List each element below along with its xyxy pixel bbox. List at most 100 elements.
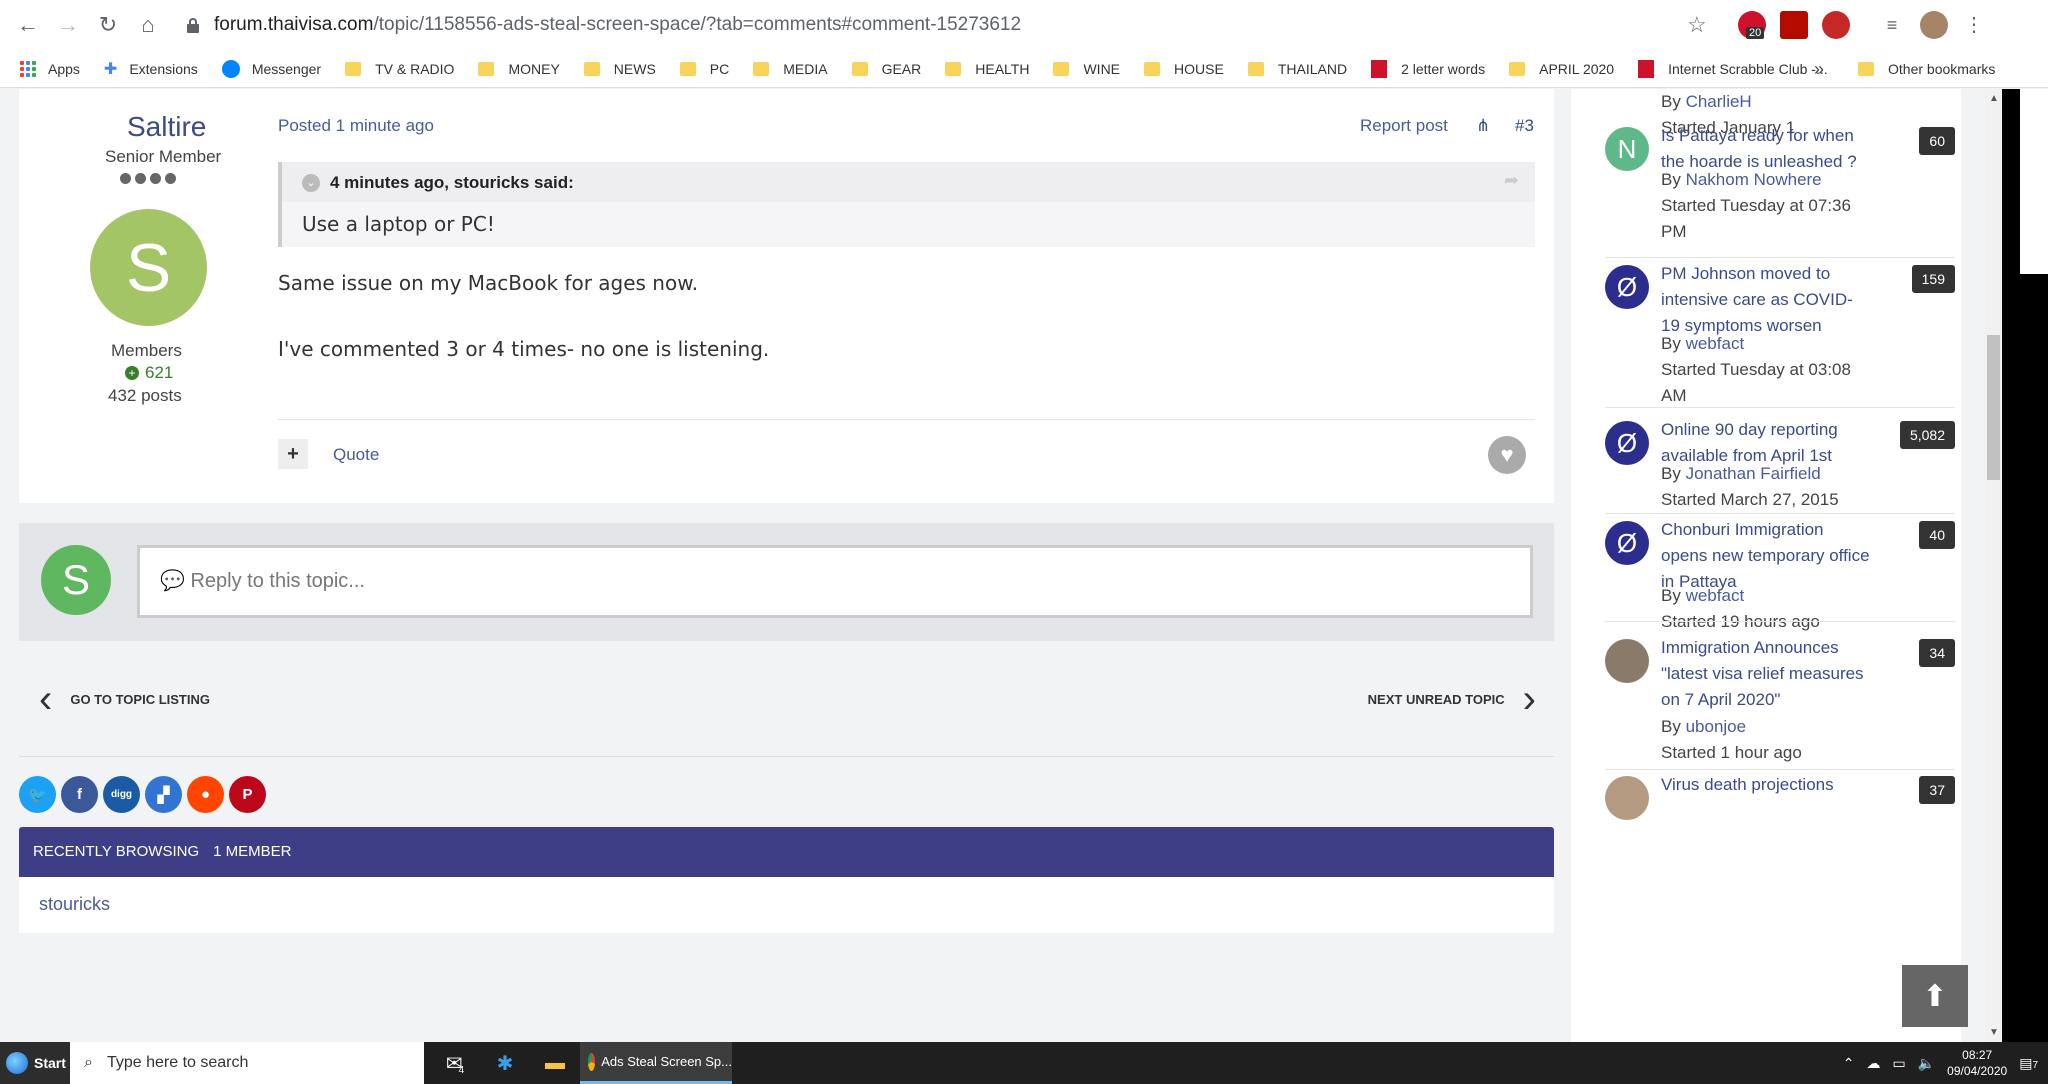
folder-icon <box>583 61 600 76</box>
folder-icon <box>1247 61 1264 76</box>
delicious-icon[interactable]: ▞ <box>145 776 182 813</box>
folder-icon <box>478 61 495 76</box>
topic-title-link[interactable]: PM Johnson moved to intensive care as CO… <box>1661 261 1871 339</box>
reddit-icon[interactable]: ● <box>187 776 224 813</box>
scroll-up-icon[interactable]: ▲ <box>1989 93 1999 104</box>
address-bar[interactable]: forum.thaivisa.com/topic/1158556-ads-ste… <box>186 7 1716 43</box>
chevron-down-icon[interactable]: ⌄ <box>302 174 320 192</box>
topic-avatar[interactable]: Ø <box>1605 421 1649 465</box>
bookmark-item[interactable]: THAILAND <box>1247 61 1347 77</box>
show-hidden-icons[interactable]: ⌃ <box>1843 1055 1855 1072</box>
bookmark-item[interactable]: ✚ Extensions <box>104 59 198 79</box>
author-link[interactable]: Jonathan Fairfield <box>1686 464 1821 483</box>
bookmark-item[interactable]: Apps <box>20 60 80 77</box>
topic-meta: By webfact Started Tuesday at 03:08 AM <box>1661 334 1851 405</box>
mail-icon[interactable]: ✉ 4 <box>430 1042 480 1084</box>
digg-icon[interactable]: digg <box>103 776 140 813</box>
scroll-down-icon[interactable]: ▼ <box>1989 1027 1999 1038</box>
quote-button[interactable]: Quote <box>333 445 379 465</box>
profile-avatar[interactable] <box>1920 11 1948 39</box>
bookmark-item[interactable]: MONEY <box>478 61 560 77</box>
post-body: Same issue on my MacBook for ages now. I… <box>278 267 769 399</box>
folder-icon <box>1144 61 1161 76</box>
scrollbar-thumb[interactable] <box>1987 335 2000 480</box>
multiquote-button[interactable]: + <box>278 439 308 469</box>
author-link[interactable]: ubonjoe <box>1686 717 1747 736</box>
facebook-icon[interactable]: f <box>61 776 98 813</box>
author-link[interactable]: Nakhom Nowhere <box>1686 170 1822 189</box>
more-bookmarks-icon[interactable]: » <box>1814 59 1824 80</box>
volume-icon[interactable]: 🔈 <box>1918 1055 1935 1072</box>
user-avatar: S <box>41 545 111 615</box>
scroll-to-top-button[interactable]: ⬆ <box>1902 965 1968 1027</box>
topic-avatar[interactable] <box>1605 776 1649 820</box>
bookmark-item[interactable]: WINE <box>1053 61 1120 77</box>
share-icon[interactable]: ⋔ <box>1476 116 1490 136</box>
sidebar-topic: Immigration Announces "latest visa relie… <box>1605 635 1955 762</box>
bookmark-item[interactable]: MEDIA <box>753 61 828 77</box>
bookmark-item[interactable]: HEALTH <box>945 61 1029 77</box>
notification-icon[interactable]: ▤7 <box>2019 1055 2038 1072</box>
scrollbar[interactable]: ▲ ▼ <box>1985 89 2002 1042</box>
author-avatar[interactable]: S <box>90 209 207 326</box>
author-name[interactable]: Saltire <box>127 111 206 143</box>
heart-icon[interactable]: ♥ <box>1488 436 1526 474</box>
bookmark-item[interactable]: 2 letter words <box>1371 59 1485 78</box>
folder-icon <box>851 61 868 76</box>
file-explorer-icon[interactable]: ▬ <box>530 1042 580 1084</box>
go-to-topic-listing-link[interactable]: ‹ GO TO TOPIC LISTING <box>39 679 210 719</box>
topic-avatar[interactable]: Ø <box>1605 265 1649 309</box>
reload-icon[interactable]: ↻ <box>88 5 128 45</box>
sidebar: By CharlieH Started January 1 N Is Pattay… <box>1571 89 1961 1042</box>
topic-avatar[interactable]: N <box>1605 127 1649 171</box>
vpn-extension-icon[interactable] <box>1822 11 1850 39</box>
media-control-icon[interactable]: ≡ <box>1878 11 1906 39</box>
bookmark-item[interactable]: HOUSE <box>1144 61 1224 77</box>
bookmarks-bar: Apps ✚ Extensions Messenger TV & RADIO MONEY N… <box>0 50 2048 88</box>
reply-count-badge: 37 <box>1919 776 1955 804</box>
bookmark-item[interactable]: APRIL 2020 <box>1509 61 1614 77</box>
bookmark-item[interactable]: PC <box>679 61 729 77</box>
acrobat-extension-icon[interactable] <box>1780 11 1808 39</box>
adblock-extension-icon[interactable]: 20 <box>1738 11 1766 39</box>
taskbar-search[interactable]: ⌕ Type here to search <box>70 1042 424 1084</box>
other-bookmarks[interactable]: Other bookmarks <box>1858 61 1995 77</box>
bookmark-item[interactable]: NEWS <box>583 61 656 77</box>
home-icon[interactable]: ⌂ <box>128 5 168 45</box>
recently-browsing-list: stouricks <box>19 877 1554 933</box>
reply-input[interactable] <box>137 545 1533 618</box>
back-icon[interactable]: ← <box>8 5 48 45</box>
topic-title-link[interactable]: Virus death projections <box>1661 772 1871 798</box>
topic-avatar[interactable] <box>1605 639 1649 683</box>
author-title: Senior Member <box>105 147 222 166</box>
folder-icon <box>1053 61 1070 76</box>
posted-time[interactable]: Posted 1 minute ago <box>278 116 434 136</box>
bookmark-item[interactable]: TV & RADIO <box>345 61 454 77</box>
reputation: +621 <box>125 363 173 383</box>
topic-avatar[interactable]: Ø <box>1605 521 1649 565</box>
pinterest-icon[interactable]: P <box>229 776 266 813</box>
app-icon[interactable]: ✱ <box>480 1042 530 1084</box>
sidebar-topic: Ø PM Johnson moved to intensive care as C… <box>1605 261 1955 405</box>
menu-icon[interactable]: ⋮ <box>1960 11 1988 39</box>
clock[interactable]: 08:27 09/04/2020 <box>1947 1047 2007 1079</box>
post-number-link[interactable]: #3 <box>1515 116 1534 136</box>
twitter-icon[interactable]: 🐦 <box>19 776 56 813</box>
chrome-task[interactable]: Ads Steal Screen Sp... <box>580 1042 732 1084</box>
forward-icon[interactable]: → <box>48 5 88 45</box>
next-unread-topic-link[interactable]: NEXT UNREAD TOPIC › <box>1368 679 1536 719</box>
report-post-link[interactable]: Report post <box>1360 116 1448 136</box>
cloud-icon[interactable]: ☁ <box>1866 1055 1880 1072</box>
member-link[interactable]: stouricks <box>39 894 110 914</box>
network-icon[interactable]: ▭ <box>1892 1055 1905 1072</box>
author-link[interactable]: webfact <box>1686 334 1745 353</box>
bookmark-item[interactable]: Internet Scrabble Club -... <box>1638 59 1828 78</box>
bookmark-item[interactable]: Messenger <box>221 59 321 78</box>
author-link[interactable]: webfact <box>1686 586 1745 605</box>
bookmark-star-icon[interactable]: ☆ <box>1687 12 1707 38</box>
bookmark-item[interactable]: GEAR <box>851 61 921 77</box>
topic-title-link[interactable]: Immigration Announces "latest visa relie… <box>1661 635 1871 713</box>
start-button[interactable]: Start <box>0 1042 70 1084</box>
author-link[interactable]: CharlieH <box>1686 92 1752 111</box>
jump-to-post-icon[interactable]: ➦ <box>1504 170 1519 191</box>
